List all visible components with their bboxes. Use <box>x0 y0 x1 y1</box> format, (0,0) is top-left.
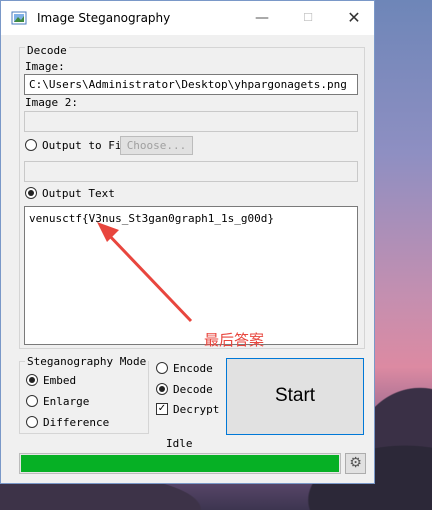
image2-path-input[interactable] <box>24 111 358 132</box>
enlarge-label: Enlarge <box>43 395 90 408</box>
decode-radio[interactable] <box>156 383 168 395</box>
close-button[interactable]: ✕ <box>331 1 377 35</box>
difference-label: Difference <box>43 416 110 429</box>
maximize-button[interactable]: ☐ <box>285 1 331 35</box>
decrypt-checkbox[interactable]: ✓ <box>156 403 168 415</box>
annotation-text: 最后答案 <box>204 331 265 349</box>
image-label: Image: <box>25 60 65 73</box>
app-icon <box>11 11 27 25</box>
embed-label: Embed <box>43 374 77 387</box>
progress-fill <box>21 455 339 472</box>
progress-bar <box>19 453 341 474</box>
settings-gear-button[interactable]: ⚙ <box>345 453 366 474</box>
output-text-label: Output Text <box>42 187 115 200</box>
output-to-file-label: Output to Fil <box>42 139 129 152</box>
output-text-radio[interactable] <box>25 187 37 199</box>
gear-icon: ⚙ <box>349 455 362 471</box>
annotation-arrow <box>97 222 193 323</box>
image2-label: Image 2: <box>25 96 78 109</box>
embed-radio[interactable] <box>26 374 38 386</box>
image-path-input[interactable]: C:\Users\Administrator\Desktop\yhpargona… <box>24 74 358 95</box>
choose-button[interactable]: Choose... <box>120 136 193 155</box>
app-window: Image Steganography — ☐ ✕ Decode Image: … <box>0 0 375 484</box>
decode-group-label: Decode <box>25 44 69 57</box>
decrypt-label: Decrypt <box>173 403 220 416</box>
start-button[interactable]: Start <box>226 358 364 435</box>
status-label: Idle <box>166 437 193 450</box>
enlarge-radio[interactable] <box>26 395 38 407</box>
encode-label: Encode <box>173 362 213 375</box>
difference-radio[interactable] <box>26 416 38 428</box>
encode-radio[interactable] <box>156 362 168 374</box>
minimize-button[interactable]: — <box>239 1 285 35</box>
title-bar: Image Steganography — ☐ ✕ <box>1 1 374 35</box>
window-title: Image Steganography <box>37 11 171 25</box>
mode-group-label: Steganography Mode <box>25 355 149 368</box>
decode-label: Decode <box>173 383 213 396</box>
output-to-file-radio[interactable] <box>25 139 37 151</box>
output-file-input[interactable] <box>24 161 358 182</box>
